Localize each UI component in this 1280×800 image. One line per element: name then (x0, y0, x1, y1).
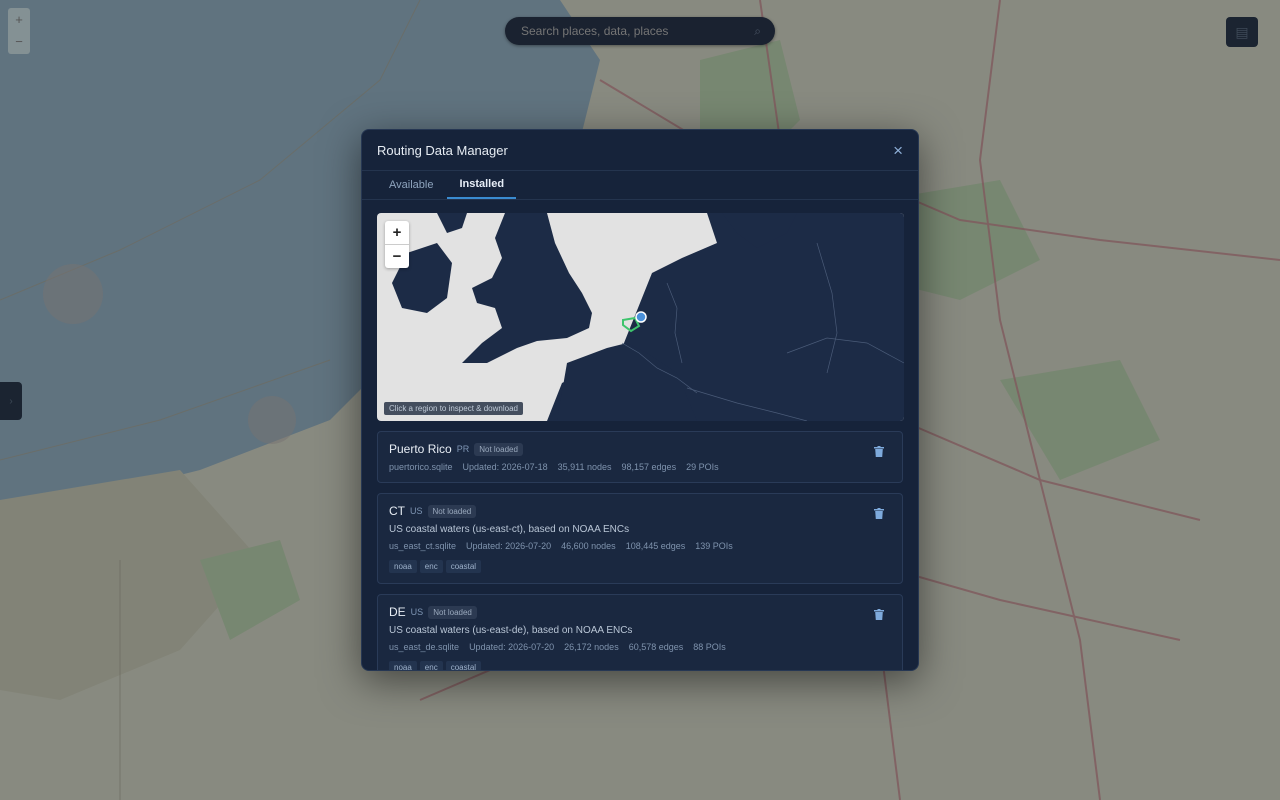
dataset-edges: 60,578 edges (628, 642, 684, 652)
dataset-meta: us_east_ct.sqlite Updated: 2026-07-20 46… (389, 541, 891, 551)
region-marker (635, 311, 647, 323)
tag: noaa (389, 560, 417, 573)
dataset-code: US (410, 607, 424, 617)
tab-available[interactable]: Available (377, 171, 445, 199)
tag: coastal (445, 661, 482, 670)
dataset-code: US (410, 506, 423, 516)
dataset-file: us_east_ct.sqlite (389, 541, 457, 551)
dataset-updated: Updated: 2026-07-20 (469, 642, 555, 652)
dataset-edges: 98,157 edges (621, 462, 677, 472)
search-bar[interactable]: ⌕ (505, 17, 775, 45)
tag: coastal (445, 560, 482, 573)
dataset-card: CT US Not loaded US coastal waters (us-e… (377, 493, 903, 584)
dataset-card: Puerto Rico PR Not loaded puertorico.sql… (377, 431, 903, 483)
dataset-name: CT (389, 504, 405, 518)
dataset-tags: noaa enc coastal (389, 661, 891, 670)
tag: enc (419, 560, 443, 573)
trash-icon[interactable] (874, 508, 884, 519)
zoom-out-icon[interactable]: − (8, 30, 30, 52)
status-badge: Not loaded (428, 605, 477, 619)
chevron-right-icon: › (9, 395, 13, 407)
trash-icon[interactable] (874, 446, 884, 457)
dataset-pois: 139 POIs (695, 541, 733, 551)
dataset-card: DE US Not loaded US coastal waters (us-e… (377, 594, 903, 670)
dataset-pois: 88 POIs (693, 642, 726, 652)
status-badge: Not loaded (474, 442, 523, 456)
dialog-title: Routing Data Manager (377, 142, 508, 158)
menu-button[interactable]: ▤ (1226, 17, 1258, 47)
dataset-file: us_east_de.sqlite (389, 642, 460, 652)
background-zoom-control[interactable]: + − (8, 8, 30, 54)
zoom-in-button[interactable]: + (385, 221, 409, 244)
routing-data-manager-dialog: Routing Data Manager × Available Install… (361, 129, 919, 671)
dataset-pois: 29 POIs (686, 462, 719, 472)
map-hint: Click a region to inspect & download (384, 402, 523, 415)
tag: enc (419, 661, 443, 670)
tab-installed[interactable]: Installed (447, 171, 517, 199)
dataset-tags: noaa enc coastal (389, 560, 891, 573)
dataset-nodes: 26,172 nodes (564, 642, 619, 652)
map-zoom-control: + − (385, 221, 409, 268)
dataset-name: Puerto Rico (389, 442, 452, 456)
dataset-file: puertorico.sqlite (389, 462, 453, 472)
trash-icon[interactable] (874, 609, 884, 620)
zoom-in-icon[interactable]: + (8, 8, 30, 30)
dialog-header: Routing Data Manager × (362, 130, 918, 171)
dataset-nodes: 35,911 nodes (557, 462, 612, 472)
dataset-code: PR (456, 444, 470, 454)
dataset-edges: 108,445 edges (625, 541, 686, 551)
layers-icon: ▤ (1235, 23, 1249, 40)
zoom-out-button[interactable]: − (385, 244, 409, 268)
search-icon[interactable]: ⌕ (754, 24, 761, 39)
dataset-updated: Updated: 2026-07-18 (462, 462, 548, 472)
dataset-description: US coastal waters (us-east-ct), based on… (389, 524, 630, 535)
close-icon[interactable]: × (893, 142, 903, 159)
status-badge: Not loaded (427, 504, 477, 518)
dataset-description: US coastal waters (us-east-de), based on… (389, 625, 633, 636)
dataset-updated: Updated: 2026-07-20 (466, 541, 552, 551)
dataset-name: DE (389, 605, 406, 619)
tab-bar: Available Installed (362, 171, 918, 200)
dataset-meta: us_east_de.sqlite Updated: 2026-07-20 26… (389, 642, 891, 652)
side-panel-toggle[interactable]: › (0, 382, 22, 420)
tag: noaa (389, 661, 417, 670)
search-input[interactable] (519, 23, 755, 39)
dataset-meta: puertorico.sqlite Updated: 2026-07-18 35… (389, 462, 891, 472)
dialog-body: + − Click a region to inspect & download… (362, 200, 918, 670)
region-map[interactable]: + − Click a region to inspect & download (377, 213, 904, 421)
dataset-nodes: 46,600 nodes (561, 541, 616, 551)
region-map-canvas[interactable] (377, 213, 904, 421)
